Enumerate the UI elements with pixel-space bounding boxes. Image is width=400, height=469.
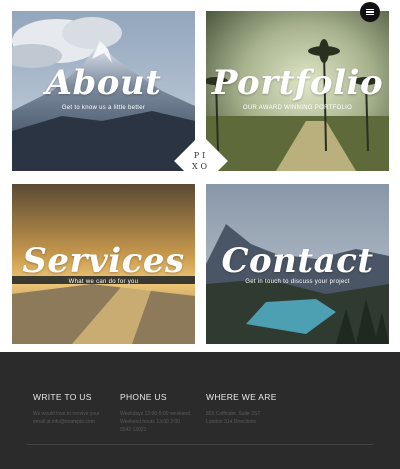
footer-divider [27, 444, 373, 445]
footer-phone-column: PHONE US Weekdays 12:00-5:00 weekend Wee… [120, 392, 192, 434]
where-text: 855 Coffinder, Suite 2ST London 314 Dire… [206, 411, 261, 425]
about-title: About [45, 63, 162, 103]
footer: WRITE TO US We would love to receive you… [0, 352, 400, 469]
footer-where-column: WHERE WE ARE 855 Coffinder, Suite 2ST Lo… [206, 392, 278, 426]
where-heading: WHERE WE ARE [206, 392, 277, 402]
services-tile[interactable]: Services What we can do for you [12, 184, 195, 344]
contact-title: Contact [221, 241, 374, 281]
logo-line-1: PI [193, 151, 209, 160]
hamburger-icon [366, 8, 374, 16]
logo-line-2: XO [191, 162, 211, 171]
portfolio-subtitle: OUR AWARD WINNING PORTFOLIO [242, 105, 353, 111]
write-text: We would love to receive your email at i… [33, 411, 100, 425]
contact-tile[interactable]: Contact Get in touch to discuss your pro… [206, 184, 389, 344]
logo[interactable]: PI XO [186, 150, 216, 172]
phone-text: Weekdays 12:00-5:00 weekend Weekend hour… [120, 411, 190, 433]
menu-button[interactable] [360, 2, 380, 22]
services-title: Services [22, 241, 185, 281]
portfolio-title: Portfolio [211, 63, 384, 103]
contact-subtitle: Get in touch to discuss your project [245, 279, 350, 285]
about-tile[interactable]: About Get to know us a little better [12, 11, 195, 171]
services-subtitle: What we can do for you [68, 279, 139, 285]
phone-heading: PHONE US [120, 392, 167, 402]
tile-grid: About Get to know us a little better Por… [0, 0, 400, 352]
portfolio-tile[interactable]: Portfolio OUR AWARD WINNING PORTFOLIO [206, 11, 389, 171]
footer-write-column: WRITE TO US We would love to receive you… [33, 392, 105, 426]
about-subtitle: Get to know us a little better [61, 105, 146, 111]
write-heading: WRITE TO US [33, 392, 92, 402]
